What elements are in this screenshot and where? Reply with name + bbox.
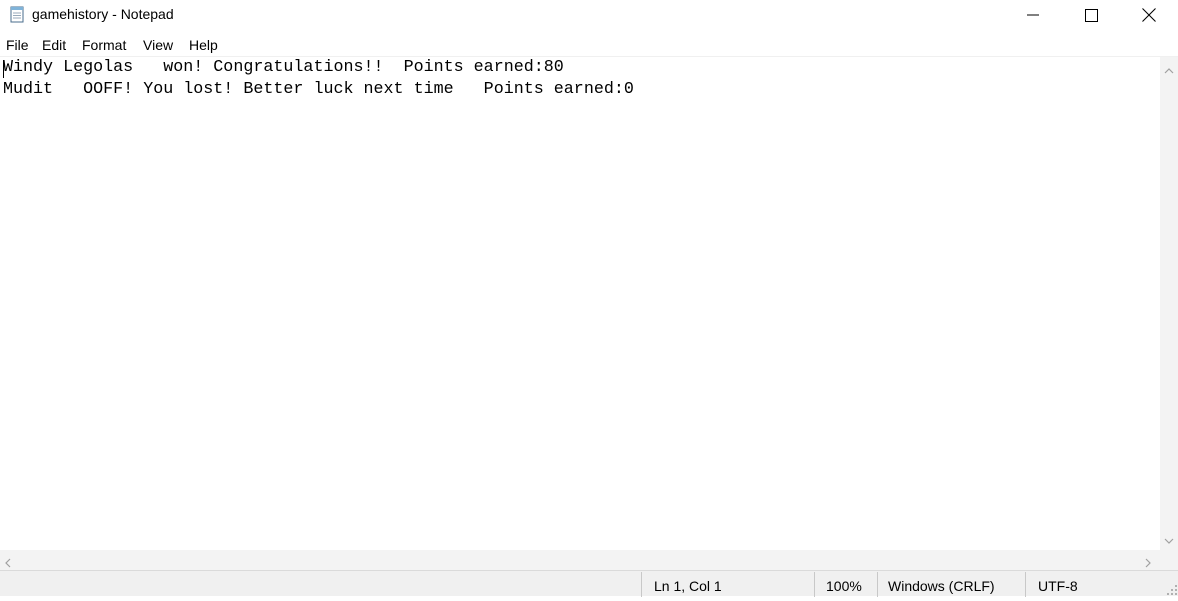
menu-bar: File Edit Format View Help xyxy=(0,34,1178,56)
scroll-left-icon[interactable] xyxy=(3,555,13,568)
text-line-1[interactable]: Windy Legolas won! Congratulations!! Poi… xyxy=(3,57,564,79)
text-line-2[interactable]: Mudit OOFF! You lost! Better luck next t… xyxy=(3,79,634,101)
menu-file[interactable]: File xyxy=(6,37,29,53)
status-divider xyxy=(1025,572,1026,597)
scroll-right-icon[interactable] xyxy=(1143,555,1153,568)
window-title: gamehistory - Notepad xyxy=(32,6,174,22)
close-icon xyxy=(1142,8,1156,22)
maximize-button[interactable] xyxy=(1062,0,1120,30)
minimize-icon xyxy=(1027,9,1039,21)
scrollbar-corner xyxy=(1160,550,1178,570)
scroll-up-icon[interactable] xyxy=(1164,63,1174,74)
maximize-icon xyxy=(1084,8,1098,22)
cursor-position: Ln 1, Col 1 xyxy=(654,578,722,594)
minimize-button[interactable] xyxy=(1004,0,1062,30)
scroll-down-icon[interactable] xyxy=(1164,533,1174,544)
encoding: UTF-8 xyxy=(1038,578,1078,594)
title-bar[interactable]: gamehistory - Notepad xyxy=(0,0,1178,30)
notepad-icon xyxy=(8,5,26,23)
zoom-level: 100% xyxy=(826,578,862,594)
text-caret xyxy=(3,60,4,78)
menu-format[interactable]: Format xyxy=(82,37,126,53)
resize-grip-icon[interactable] xyxy=(1166,583,1178,595)
status-bar: Ln 1, Col 1 100% Windows (CRLF) UTF-8 xyxy=(0,570,1178,597)
status-divider xyxy=(641,572,642,597)
line-ending: Windows (CRLF) xyxy=(888,578,995,594)
menu-edit[interactable]: Edit xyxy=(42,37,66,53)
close-button[interactable] xyxy=(1120,0,1178,30)
vertical-scrollbar[interactable] xyxy=(1160,57,1178,550)
status-divider xyxy=(877,572,878,597)
horizontal-scrollbar[interactable] xyxy=(0,550,1160,570)
text-editor[interactable]: Windy Legolas won! Congratulations!! Poi… xyxy=(0,57,1160,550)
status-divider xyxy=(814,572,815,597)
menu-help[interactable]: Help xyxy=(189,37,218,53)
menu-view[interactable]: View xyxy=(143,37,173,53)
